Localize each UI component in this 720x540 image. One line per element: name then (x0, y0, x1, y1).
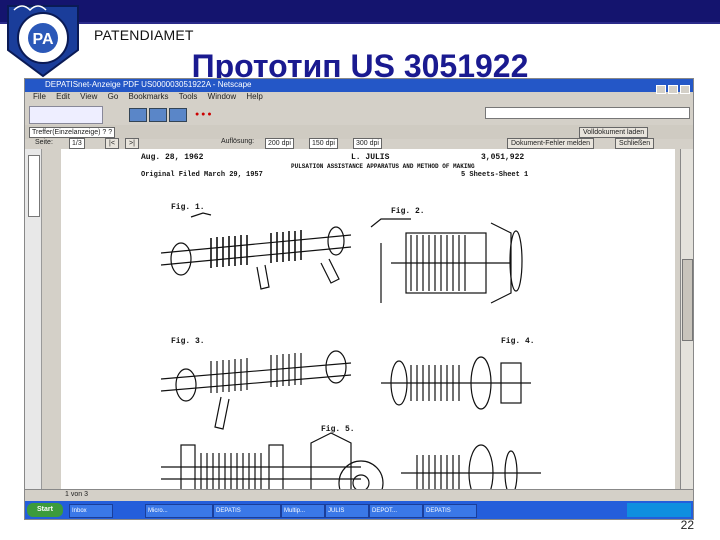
page-number: 22 (680, 518, 694, 532)
menu-help[interactable]: Help (246, 92, 262, 101)
task-item-7[interactable]: DEPATIS (423, 504, 477, 518)
patent-date: Aug. 28, 1962 (141, 153, 204, 162)
patent-drawing-figures: Fig. 1. Fig. 2. Fig. 3. Fig. 4. Fig. 5. (160, 203, 541, 493)
status-page-text: 1 von 3 (65, 491, 88, 498)
fig-2-label: Fig. 2. (391, 207, 425, 216)
browser-toolbar: ● ● ● (25, 103, 693, 126)
res-300[interactable]: 300 dpi (353, 138, 382, 149)
start-button[interactable]: Start (27, 503, 63, 517)
menu-bookmarks[interactable]: Bookmarks (129, 92, 169, 101)
task-item-1[interactable]: Inbox (69, 504, 113, 518)
menu-bar: File Edit View Go Bookmarks Tools Window… (25, 92, 693, 103)
viewer-controls: 1/3 |< >| Auflösung: 200 dpi 150 dpi 300… (25, 127, 693, 149)
embedded-screenshot: DEPATISnet-Anzeige PDF US000003051922A -… (24, 78, 694, 520)
res-200[interactable]: 200 dpi (265, 138, 294, 149)
window-title: DEPATISnet-Anzeige PDF US000003051922A -… (45, 80, 252, 89)
banner-rule (0, 22, 720, 24)
fig1-coils (210, 230, 302, 268)
patent-filed: Original Filed March 29, 1957 (141, 171, 263, 179)
menu-tools[interactable]: Tools (179, 92, 198, 101)
browser-title-bar: DEPATISnet-Anzeige PDF US000003051922A -… (25, 79, 693, 94)
depatis-logo-icon (29, 106, 103, 124)
next-page-button[interactable]: >| (125, 138, 139, 149)
close-viewer-button[interactable]: Schließen (615, 138, 655, 149)
resolution-label: Auflösung: (221, 138, 255, 145)
task-item-4[interactable]: Multip... (281, 504, 325, 518)
task-item-3[interactable]: DEPATIS (213, 504, 281, 518)
load-full-document-button[interactable]: Volldokument laden (579, 127, 649, 138)
scroll-thumb[interactable] (682, 259, 693, 341)
prev-page-button[interactable]: |< (105, 138, 119, 149)
task-item-5[interactable]: JULIS (325, 504, 369, 518)
fig-1-label: Fig. 1. (171, 203, 205, 212)
forward-icon[interactable] (149, 108, 167, 122)
system-tray (627, 503, 691, 517)
vertical-scrollbar[interactable] (680, 149, 693, 489)
menu-go[interactable]: Go (108, 92, 119, 101)
res-150[interactable]: 150 dpi (309, 138, 338, 149)
address-bar[interactable] (485, 107, 690, 119)
patent-drawing-page: Aug. 28, 1962 L. JULIS 3,051,922 PULSATI… (61, 149, 675, 493)
task-item-2[interactable]: Micro... (145, 504, 213, 518)
alert-icon: ● ● ● (195, 111, 212, 118)
fig-3-label: Fig. 3. (171, 337, 205, 346)
left-panel-tab[interactable] (28, 155, 40, 217)
org-name: PATENDIAMET (94, 27, 194, 43)
patent-inventor: L. JULIS (351, 153, 390, 162)
menu-edit[interactable]: Edit (56, 92, 70, 101)
taskbar: Start Inbox Micro... DEPATIS Multip... J… (25, 501, 693, 519)
menu-view[interactable]: View (80, 92, 97, 101)
report-error-button[interactable]: Dokument-Fehler melden (507, 138, 594, 149)
patent-number: 3,051,922 (481, 153, 525, 162)
task-item-6[interactable]: DEPOT... (369, 504, 423, 518)
fig-5-label: Fig. 5. (321, 425, 355, 434)
menu-window[interactable]: Window (208, 92, 236, 101)
back-icon[interactable] (129, 108, 147, 122)
top-banner-bar (0, 0, 720, 22)
left-panel (25, 149, 42, 489)
menu-file[interactable]: File (33, 92, 46, 101)
svg-text:PA: PA (32, 31, 53, 48)
page-input[interactable]: 1/3 (69, 138, 85, 149)
fig-4-label: Fig. 4. (501, 337, 535, 346)
reload-icon[interactable] (169, 108, 187, 122)
patent-subtitle: PULSATION ASSISTANCE APPARATUS AND METHO… (291, 163, 475, 170)
patent-sheets: 5 Sheets-Sheet 1 (461, 171, 529, 179)
